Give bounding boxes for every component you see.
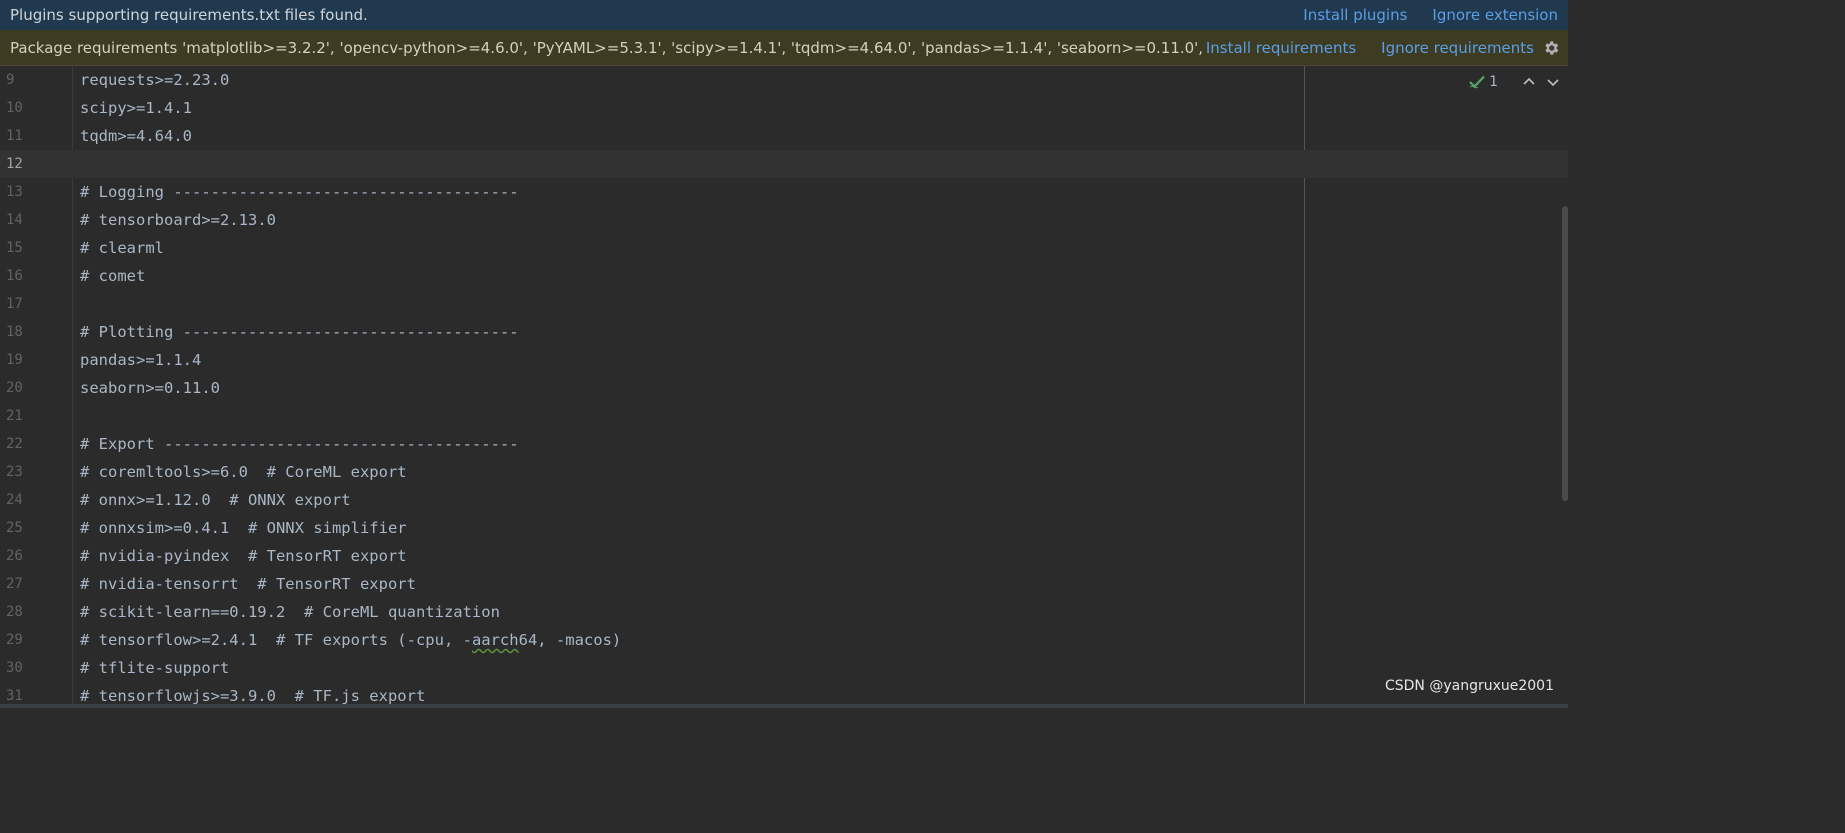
code-line[interactable]: 10 scipy>=1.4.1 [0,94,1568,122]
line-number: 29 [6,632,23,648]
line-number: 19 [6,352,23,368]
code-line[interactable]: 12 [0,150,1568,178]
line-text[interactable]: # nvidia-pyindex # TensorRT export [80,542,407,570]
code-line[interactable]: 30 # tflite-support [0,654,1568,682]
inspection-count: 1 [1489,74,1498,90]
line-number: 9 [6,72,15,88]
chevron-down-icon[interactable] [1546,75,1560,89]
line-number: 30 [6,660,23,676]
line-text[interactable]: scipy>=1.4.1 [80,94,192,122]
ignore-requirements-link[interactable]: Ignore requirements [1381,39,1534,57]
line-number: 26 [6,548,23,564]
check-icon [1469,75,1485,89]
line-text[interactable]: tqdm>=4.64.0 [80,122,192,150]
line-text[interactable]: requests>=2.23.0 [80,66,229,94]
gear-icon[interactable] [1542,39,1560,57]
plugins-notification-banner: Plugins supporting requirements.txt file… [0,0,1568,30]
line-text[interactable]: # tensorboard>=2.13.0 [80,206,276,234]
code-line[interactable]: 28 # scikit-learn==0.19.2 # CoreML quanti… [0,598,1568,626]
spelling-warning[interactable]: aarch [472,631,519,649]
line-text[interactable]: # tensorflow>=2.4.1 # TF exports (-cpu, … [80,626,621,654]
line-text[interactable]: # scikit-learn==0.19.2 # CoreML quantiza… [80,598,500,626]
line-number: 28 [6,604,23,620]
plugins-banner-message: Plugins supporting requirements.txt file… [10,6,368,24]
watermark: CSDN @yangruxue2001 [1384,678,1554,694]
line-number: 15 [6,240,23,256]
code-line[interactable]: 17 [0,290,1568,318]
code-line[interactable]: 25 # onnxsim>=0.4.1 # ONNX simplifier [0,514,1568,542]
code-line[interactable]: 15 # clearml [0,234,1568,262]
line-number: 20 [6,380,23,396]
line-number: 23 [6,464,23,480]
status-strip [0,704,1568,708]
line-number: 10 [6,100,23,116]
code-line[interactable]: 21 [0,402,1568,430]
install-plugins-link[interactable]: Install plugins [1303,6,1407,24]
code-line[interactable]: 13 # Logging ----------------------------… [0,178,1568,206]
line-number: 14 [6,212,23,228]
line-number: 24 [6,492,23,508]
code-line[interactable]: 23 # coremltools>=6.0 # CoreML export [0,458,1568,486]
line-number: 13 [6,184,23,200]
line-number: 11 [6,128,23,144]
line-text[interactable]: # clearml [80,234,164,262]
requirements-notification-banner: Package requirements 'matplotlib>=3.2.2'… [0,30,1568,66]
line-text[interactable]: # coremltools>=6.0 # CoreML export [80,458,407,486]
code-line[interactable]: 24 # onnx>=1.12.0 # ONNX export [0,486,1568,514]
line-text[interactable]: pandas>=1.1.4 [80,346,201,374]
line-text[interactable]: # Logging ------------------------------… [80,178,519,206]
code-line[interactable]: 19 pandas>=1.1.4 [0,346,1568,374]
line-number: 27 [6,576,23,592]
line-number: 21 [6,408,23,424]
line-number: 17 [6,296,23,312]
requirements-banner-message: Package requirements 'matplotlib>=3.2.2'… [10,38,1206,57]
scrollbar-thumb[interactable] [1562,206,1568,501]
line-number: 25 [6,520,23,536]
line-text[interactable]: # onnxsim>=0.4.1 # ONNX simplifier [80,514,407,542]
line-number: 18 [6,324,23,340]
code-line[interactable]: 14 # tensorboard>=2.13.0 [0,206,1568,234]
line-number: 12 [6,156,23,172]
code-line[interactable]: 26 # nvidia-pyindex # TensorRT export [0,542,1568,570]
vertical-scrollbar[interactable] [1562,66,1568,704]
line-number: 16 [6,268,23,284]
code-line[interactable]: 20 seaborn>=0.11.0 [0,374,1568,402]
line-number: 22 [6,436,23,452]
line-text[interactable]: # tensorflowjs>=3.9.0 # TF.js export [80,682,425,704]
code-line[interactable]: 16 # comet [0,262,1568,290]
code-line[interactable]: 9 requests>=2.23.0 [0,66,1568,94]
line-text[interactable]: # onnx>=1.12.0 # ONNX export [80,486,351,514]
line-text[interactable]: seaborn>=0.11.0 [80,374,220,402]
install-requirements-link[interactable]: Install requirements [1206,39,1356,57]
line-text[interactable]: # tflite-support [80,654,229,682]
code-line[interactable]: 27 # nvidia-tensorrt # TensorRT export [0,570,1568,598]
line-number: 31 [6,688,23,704]
line-text[interactable]: # comet [80,262,145,290]
code-editor[interactable]: 9 requests>=2.23.0 10 scipy>=1.4.1 11 tqdm>=4… [0,66,1568,704]
code-line[interactable]: 29 # tensorflow>=2.4.1 # TF exports (-cpu… [0,626,1568,654]
chevron-up-icon[interactable] [1522,75,1536,89]
code-line[interactable]: 11 tqdm>=4.64.0 [0,122,1568,150]
code-line[interactable]: 18 # Plotting ---------------------------… [0,318,1568,346]
line-text[interactable]: # Plotting -----------------------------… [80,318,519,346]
line-text[interactable]: # nvidia-tensorrt # TensorRT export [80,570,416,598]
inspection-widget[interactable]: 1 [1469,74,1560,90]
code-line[interactable]: 31 # tensorflowjs>=3.9.0 # TF.js export [0,682,1568,704]
code-line[interactable]: 22 # Export -----------------------------… [0,430,1568,458]
line-text[interactable]: # Export -------------------------------… [80,430,519,458]
ignore-extension-link[interactable]: Ignore extension [1432,6,1558,24]
